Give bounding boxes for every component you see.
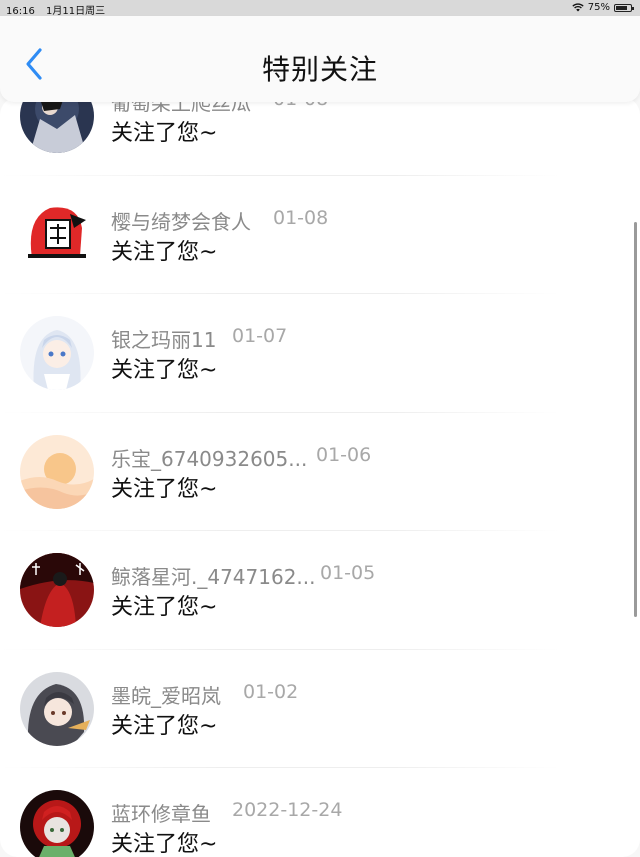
follow-text: 关注了您~ — [111, 239, 218, 265]
avatar — [20, 671, 94, 746]
avatar — [20, 97, 94, 153]
follow-list[interactable]: 葡萄架上爬丝瓜 01-08 关注了您~ 樱与绮梦会食人 01-08 关注了您~ — [0, 97, 640, 857]
follow-date: 01-05 — [320, 562, 376, 584]
user-name: 樱与绮梦会食人 — [111, 209, 251, 234]
follow-text: 关注了您~ — [111, 476, 218, 502]
follow-date: 2022-12-24 — [232, 799, 343, 821]
follow-date: 01-06 — [316, 443, 372, 466]
wifi-icon — [572, 3, 584, 12]
user-name: 乐宝_6740932605... — [111, 446, 308, 471]
follow-date: 01-07 — [232, 325, 288, 347]
battery-icon — [614, 3, 634, 12]
follow-date: 01-02 — [243, 680, 299, 703]
follow-text: 关注了您~ — [111, 832, 218, 857]
avatar — [20, 197, 94, 272]
scrollbar[interactable] — [634, 222, 637, 617]
follow-text: 关注了您~ — [111, 358, 218, 383]
avatar — [20, 790, 94, 857]
list-item[interactable]: 樱与绮梦会食人 01-08 关注了您~ — [0, 176, 640, 294]
follow-text: 关注了您~ — [111, 713, 218, 739]
avatar — [20, 434, 94, 509]
status-bar: 16:16 1月11日周三 75% — [0, 0, 640, 17]
user-name: 墨皖_爱昭岚 — [111, 683, 221, 708]
avatar — [20, 316, 94, 390]
list-item[interactable]: 乐宝_6740932605... 01-06 关注了您~ — [0, 413, 640, 531]
list-item[interactable]: 葡萄架上爬丝瓜 01-08 关注了您~ — [0, 97, 640, 176]
user-name: 蓝环修章鱼 — [111, 802, 211, 826]
user-name: 鲸落星河._4747162... — [111, 565, 316, 589]
status-right: 75% — [572, 2, 634, 13]
battery-percent: 75% — [587, 2, 610, 13]
follow-text: 关注了您~ — [111, 121, 218, 146]
page-title: 特别关注 — [261, 53, 378, 86]
avatar — [20, 553, 94, 627]
list-item[interactable]: 墨皖_爱昭岚 01-02 关注了您~ — [0, 650, 640, 768]
follow-date: 01-08 — [273, 206, 329, 229]
list-item[interactable]: 银之玛丽11 01-07 关注了您~ — [0, 294, 640, 413]
follow-text: 关注了您~ — [111, 595, 218, 620]
nav-bar: 特别关注 — [0, 16, 640, 102]
user-name: 银之玛丽11 — [111, 328, 217, 352]
list-scroll: 葡萄架上爬丝瓜 01-08 关注了您~ 樱与绮梦会食人 01-08 关注了您~ — [0, 97, 640, 857]
list-item[interactable]: 鲸落星河._4747162... 01-05 关注了您~ — [0, 531, 640, 650]
list-item[interactable]: 蓝环修章鱼 2022-12-24 关注了您~ — [0, 768, 640, 857]
battery-fill — [616, 5, 627, 10]
status-left: 16:16 1月11日周三 — [6, 2, 105, 17]
